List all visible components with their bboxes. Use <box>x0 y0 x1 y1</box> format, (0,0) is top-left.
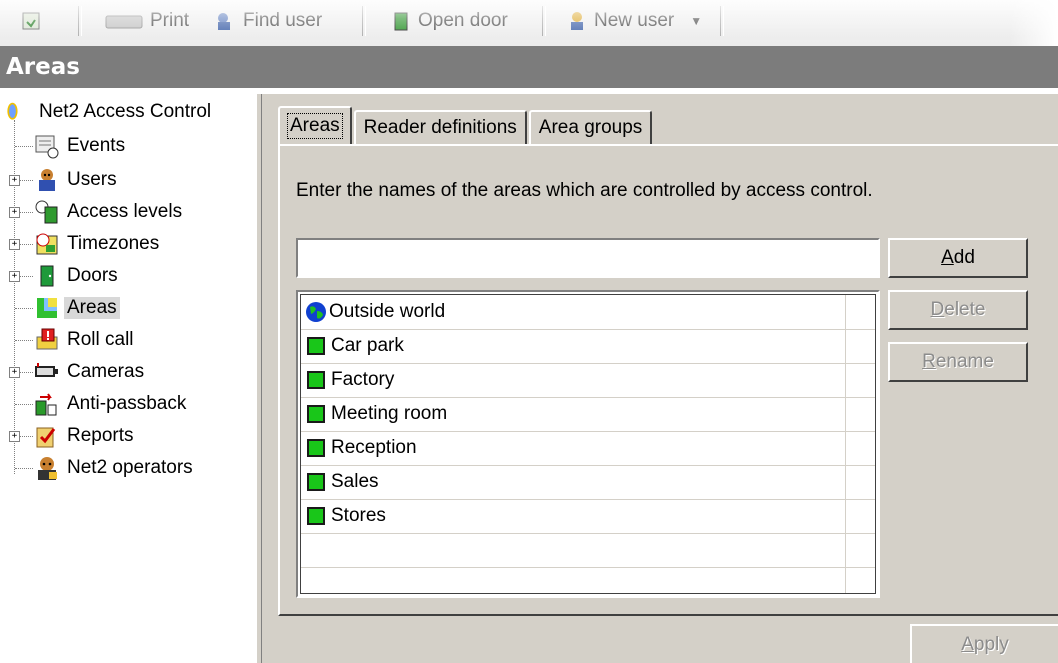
area-name-input[interactable] <box>296 238 880 278</box>
tree-item-doors[interactable]: Doors <box>34 260 121 292</box>
list-item-label: Outside world <box>329 301 446 322</box>
tree-root[interactable]: Net2 Access Control <box>4 96 214 128</box>
find-user-button[interactable]: Find user <box>215 6 322 36</box>
tree-item-label: Access levels <box>67 201 183 222</box>
list-item-label: Factory <box>331 369 395 390</box>
new-user-dropdown-icon[interactable]: ▼ <box>690 14 702 28</box>
tree-item-label: Events <box>67 135 126 156</box>
tree-item-reports[interactable]: Reports <box>34 420 137 452</box>
areas-list[interactable]: Outside world Car park Factory Meeting r… <box>296 290 880 598</box>
tree-root-label: Net2 Access Control <box>39 101 212 122</box>
tab-strip: Areas Reader definitions Area groups <box>278 106 654 144</box>
door-icon <box>40 265 54 287</box>
refresh-icon <box>22 12 40 30</box>
list-item[interactable] <box>301 567 875 596</box>
tab-area-groups[interactable]: Area groups <box>528 110 653 144</box>
print-icon <box>105 15 143 29</box>
globe-icon <box>306 302 326 322</box>
tree-item-areas[interactable]: Areas <box>34 292 120 324</box>
list-item[interactable] <box>301 533 875 568</box>
area-icon <box>307 337 325 355</box>
list-item[interactable]: Car park <box>301 329 875 364</box>
tree-item-label: Users <box>67 169 117 190</box>
list-item[interactable]: Outside world <box>301 295 875 330</box>
tree-item-anti-passback[interactable]: Anti-passback <box>34 388 189 420</box>
list-item-label: Sales <box>331 471 379 492</box>
list-item[interactable]: Stores <box>301 499 875 534</box>
tree-item-label: Anti-passback <box>67 393 187 414</box>
print-button[interactable]: Print <box>104 6 189 36</box>
roll-call-icon <box>36 328 58 350</box>
tree-item-label: Roll call <box>67 329 134 350</box>
add-button[interactable]: Add <box>888 238 1028 278</box>
area-icon <box>307 371 325 389</box>
tree-item-label: Doors <box>67 265 118 286</box>
anti-passback-icon <box>35 393 57 416</box>
users-icon <box>39 169 55 191</box>
list-item[interactable]: Meeting room <box>301 397 875 432</box>
toolbar: Print Find user Open door New user ▼ <box>0 0 1058 46</box>
tree-item-label: Net2 operators <box>67 457 193 478</box>
new-user-icon <box>571 12 583 30</box>
expand-cameras-icon[interactable]: + <box>9 367 20 378</box>
open-door-label: Open door <box>418 10 508 31</box>
tree-item-roll-call[interactable]: Roll call <box>34 324 137 356</box>
list-item-label: Car park <box>331 335 404 356</box>
area-icon <box>307 439 325 457</box>
tree-item-events[interactable]: Events <box>34 130 128 162</box>
areas-icon <box>37 298 57 318</box>
area-icon <box>307 507 325 525</box>
areas-panel: Areas Reader definitions Area groups Ent… <box>262 94 1058 663</box>
rename-button[interactable]: Rename <box>888 342 1028 382</box>
new-user-button[interactable]: New user ▼ <box>566 6 702 36</box>
delete-button[interactable]: Delete <box>888 290 1028 330</box>
expand-doors-icon[interactable]: + <box>9 271 20 282</box>
timezones-icon <box>36 233 58 255</box>
tree-item-net2-operators[interactable]: Net2 operators <box>34 452 196 484</box>
open-door-icon <box>394 12 408 31</box>
tree-item-label: Timezones <box>67 233 160 254</box>
page-title: Areas <box>0 46 1058 88</box>
expand-access-levels-icon[interactable]: + <box>9 207 20 218</box>
refresh-button[interactable] <box>20 6 42 36</box>
tab-areas[interactable]: Areas <box>278 106 352 144</box>
find-user-icon <box>218 13 230 30</box>
list-item[interactable]: Factory <box>301 363 875 398</box>
tree-item-label: Reports <box>67 425 134 446</box>
navigation-tree: Net2 Access Control Events + Users + Acc… <box>0 94 256 663</box>
expand-reports-icon[interactable]: + <box>9 431 20 442</box>
open-door-button[interactable]: Open door <box>390 6 508 36</box>
tree-item-access-levels[interactable]: Access levels <box>34 196 185 228</box>
access-levels-icon <box>35 200 58 224</box>
print-label: Print <box>150 10 190 31</box>
operators-icon <box>38 457 57 480</box>
list-item-label: Reception <box>331 437 417 458</box>
list-item-label: Meeting room <box>331 403 448 424</box>
area-icon <box>307 405 325 423</box>
instruction-text: Enter the names of the areas which are c… <box>296 180 873 201</box>
camera-icon <box>35 363 58 377</box>
tree-item-timezones[interactable]: Timezones <box>34 228 162 260</box>
list-item[interactable]: Reception <box>301 431 875 466</box>
tree-item-cameras[interactable]: Cameras <box>34 356 147 388</box>
apply-button[interactable]: Apply <box>910 624 1058 663</box>
reports-icon <box>36 427 56 448</box>
find-user-label: Find user <box>243 10 323 31</box>
list-item-label: Stores <box>331 505 386 526</box>
events-icon <box>35 135 59 159</box>
new-user-label: New user <box>594 10 675 31</box>
expand-timezones-icon[interactable]: + <box>9 239 20 250</box>
list-item[interactable]: Sales <box>301 465 875 500</box>
area-icon <box>307 473 325 491</box>
tree-item-label: Cameras <box>67 361 145 382</box>
globe-icon <box>7 102 18 120</box>
tree-item-users[interactable]: Users <box>34 164 120 196</box>
expand-users-icon[interactable]: + <box>9 175 20 186</box>
tab-reader-definitions[interactable]: Reader definitions <box>353 110 527 144</box>
tree-item-label: Areas <box>64 297 120 319</box>
